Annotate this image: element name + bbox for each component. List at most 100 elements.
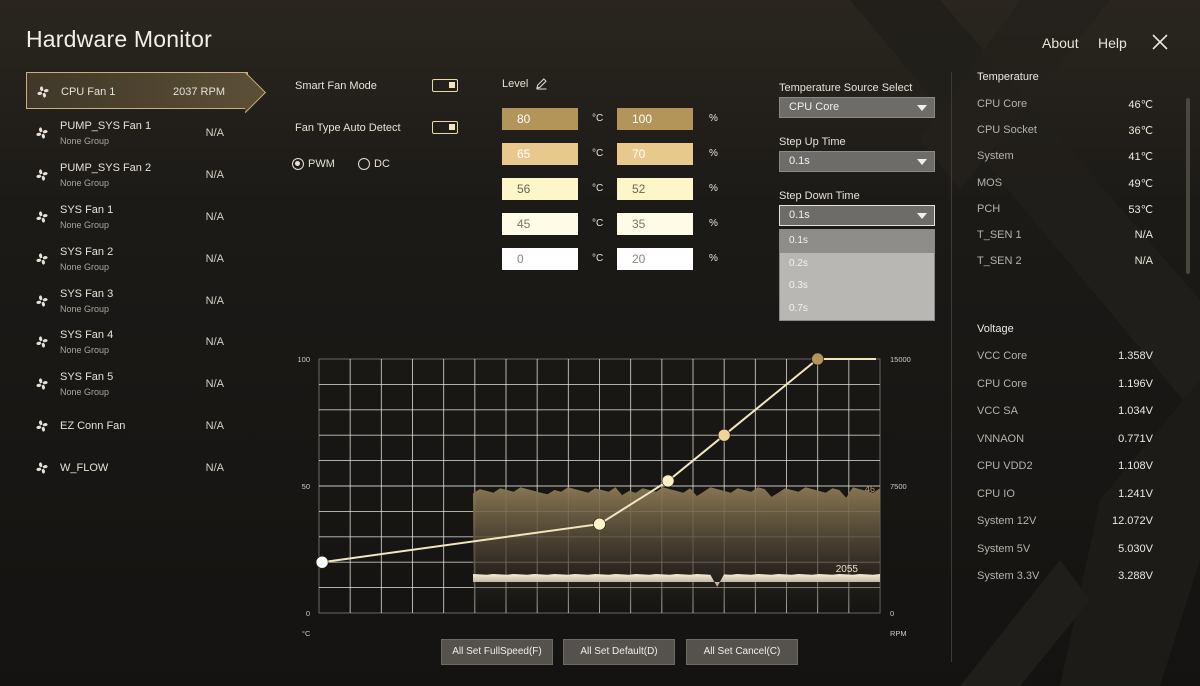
level-percent-input[interactable]: 52 [617,178,693,200]
temperature-name: T_SEN 2 [977,255,1022,268]
right-axis-tick: 7500 [890,482,907,491]
fan-item[interactable]: SYS Fan 3 None Group N/A [26,282,248,322]
fan-item[interactable]: PUMP_SYS Fan 1 None Group N/A [26,114,248,154]
step-down-option[interactable]: 0.2s [780,253,934,276]
temperature-value: 49℃ [1128,177,1153,190]
temperature-name: System [977,150,1014,163]
fan-icon [37,86,49,98]
voltage-row: System 3.3V 3.288V [977,570,1153,584]
step-down-option[interactable]: 0.7s [780,298,934,321]
step-down-option[interactable]: 0.3s [780,275,934,298]
temperature-history-area [473,487,880,613]
fan-group: None Group [60,303,110,314]
fan-group: None Group [60,261,110,272]
curve-point-handle[interactable] [661,474,675,488]
level-temp-input[interactable]: 0 [502,248,578,270]
temp-source-label: Temperature Source Select [779,82,913,94]
fan-value: N/A [205,168,224,181]
fan-value: N/A [205,462,224,475]
fan-name: PUMP_SYS Fan 2 [60,161,152,174]
fan-value: N/A [205,252,224,265]
temperature-row: T_SEN 1 N/A [977,229,1153,243]
level-percent-input[interactable]: 100 [617,108,693,130]
rpm-history-label: 2055 [836,564,859,575]
voltage-name: VCC SA [977,405,1018,417]
level-percent-input[interactable]: 70 [617,143,693,165]
right-axis-unit: RPM [890,629,907,638]
voltage-value: 1.241V [1118,487,1153,500]
dc-radio[interactable] [358,158,370,170]
all-set-fullspeed-button[interactable]: All Set FullSpeed(F) [441,639,553,665]
voltage-name: System 3.3V [977,570,1040,582]
history-graph: 46 2055 [473,484,880,613]
temperature-value: 46℃ [1128,99,1153,111]
step-down-value: 0.1s [789,209,810,221]
level-temp-input[interactable]: 80 [502,108,578,130]
fan-group: None Group [60,135,110,146]
panel-divider [951,72,952,662]
all-set-cancel-button[interactable]: All Set Cancel(C) [686,639,798,665]
edit-pencil-icon[interactable] [535,77,548,90]
curve-point-handle[interactable] [717,428,731,442]
level-percent-input[interactable]: 20 [617,248,693,270]
fan-name: SYS Fan 1 [60,203,114,216]
step-up-select[interactable]: 0.1s [779,151,935,172]
monitor-scrollbar[interactable] [1186,98,1190,274]
fan-value: N/A [205,378,224,391]
fan-item[interactable]: SYS Fan 5 None Group N/A [26,365,248,405]
fan-item[interactable]: SYS Fan 2 None Group N/A [26,240,248,280]
fan-value: N/A [205,420,224,433]
step-down-dropdown: 0.1s 0.2s 0.3s 0.7s [779,229,935,321]
left-axis-tick: 0 [306,609,310,618]
temperature-value: 53℃ [1128,203,1153,216]
fan-type-auto-detect-toggle[interactable] [432,121,458,134]
curve-point-handle[interactable] [315,555,329,569]
fan-item[interactable]: W_FLOW N/A [26,449,248,489]
fan-icon [36,336,48,348]
voltage-value: 1.358V [1118,350,1153,362]
close-icon[interactable] [1150,32,1170,52]
fan-name: CPU Fan 1 [61,86,116,98]
curve-point-handle[interactable] [593,517,606,531]
smart-fan-mode-label: Smart Fan Mode [295,80,377,92]
smart-fan-mode-toggle[interactable] [432,79,458,92]
level-label: Level [502,78,529,90]
all-set-default-button[interactable]: All Set Default(D) [563,639,675,665]
step-up-value: 0.1s [789,155,810,167]
level-temp-input[interactable]: 56 [502,178,578,200]
fan-item[interactable]: SYS Fan 1 None Group N/A [26,198,248,238]
temp-source-select[interactable]: CPU Core [779,97,935,118]
pwm-radio[interactable] [292,158,304,170]
voltage-row: CPU VDD2 1.108V [977,460,1153,474]
level-temp-input[interactable]: 45 [502,213,578,235]
fan-name: SYS Fan 4 [60,329,114,342]
toggle-knob [449,124,455,130]
voltage-value: 1.196V [1118,377,1153,390]
step-down-select[interactable]: 0.1s [779,205,935,226]
temperature-name: CPU Core [977,98,1028,110]
level-temp-input[interactable]: 65 [502,143,578,165]
curve-point-handle[interactable] [811,352,824,366]
fan-item[interactable]: EZ Conn Fan N/A [26,407,248,447]
level-percent-input[interactable]: 35 [617,213,693,235]
voltage-value: 5.030V [1118,542,1153,555]
fan-item[interactable]: PUMP_SYS Fan 2 None Group N/A [26,156,248,196]
temperature-value: 41℃ [1128,151,1153,164]
dc-label: DC [374,158,390,170]
fan-value: N/A [205,210,224,223]
voltage-section-title: Voltage [977,323,1014,335]
fan-value: 2037 RPM [173,86,225,98]
about-link[interactable]: About [1042,35,1079,51]
fan-curve-chart[interactable]: 46 2055 100 50 0 15000 7500 0 °C RPM [290,345,920,640]
voltage-value: 1.034V [1118,405,1153,417]
step-down-option[interactable]: 0.1s [780,230,934,253]
help-link[interactable]: Help [1098,35,1127,51]
voltage-name: System 12V [977,515,1037,527]
fan-item[interactable]: SYS Fan 4 None Group N/A [26,323,248,363]
fan-value: N/A [205,126,224,139]
fan-item[interactable]: CPU Fan 1 2037 RPM [26,72,248,109]
left-axis-tick: 50 [302,482,310,491]
voltage-name: VNNAON [977,432,1025,445]
fan-icon [36,253,48,265]
fan-name: SYS Fan 3 [60,287,114,300]
